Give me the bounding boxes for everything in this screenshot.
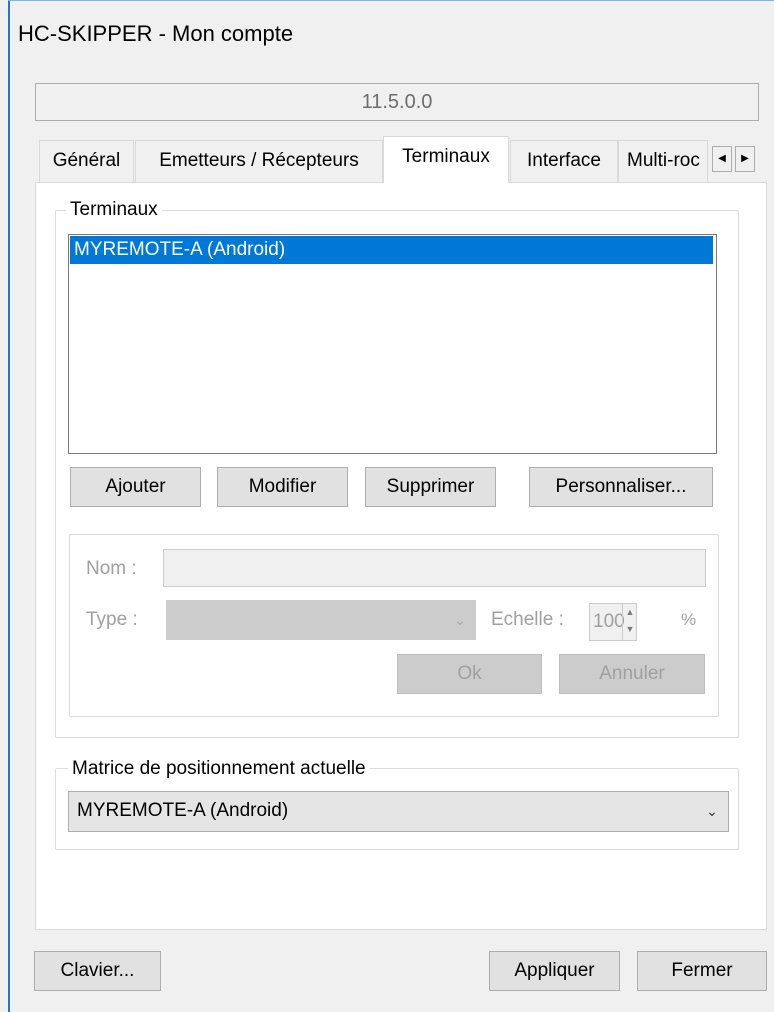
list-item[interactable]: MYREMOTE-A (Android) xyxy=(70,236,713,264)
scale-stepper-buttons[interactable]: ▲ ▼ xyxy=(622,604,637,640)
stepper-down-icon[interactable]: ▼ xyxy=(623,621,637,638)
window-title: HC-SKIPPER - Mon compte xyxy=(18,21,294,46)
apply-button[interactable]: Appliquer xyxy=(489,951,620,991)
chevron-down-icon: ⌄ xyxy=(454,612,466,628)
tab-general[interactable]: Général xyxy=(39,140,134,182)
keyboard-button[interactable]: Clavier... xyxy=(34,951,161,991)
terminals-listbox[interactable] xyxy=(68,234,717,454)
ok-button[interactable]: Ok xyxy=(397,654,542,694)
scale-value: 100 xyxy=(593,611,625,632)
stepper-up-icon[interactable]: ▲ xyxy=(623,604,637,621)
tab-multi-roc[interactable]: Multi-roc xyxy=(618,140,708,182)
window-border xyxy=(8,0,10,1012)
type-label: Type : xyxy=(86,609,138,630)
matrix-group-title: Matrice de positionnement actuelle xyxy=(68,757,370,781)
positioning-matrix-select[interactable]: MYREMOTE-A (Android) xyxy=(68,791,729,832)
scale-unit: % xyxy=(681,610,697,629)
tab-scroll-left-button[interactable]: ◀ xyxy=(712,146,732,172)
triangle-left-icon: ◀ xyxy=(718,153,726,164)
tab-terminaux[interactable]: Terminaux xyxy=(383,136,509,183)
tab-scroll-right-button[interactable]: ▶ xyxy=(735,146,755,172)
cancel-button[interactable]: Annuler xyxy=(559,654,705,694)
name-label: Nom : xyxy=(86,558,137,579)
version-text: 11.5.0.0 xyxy=(361,91,433,113)
tab-interface[interactable]: Interface xyxy=(510,140,618,182)
customize-button[interactable]: Personnaliser... xyxy=(529,467,713,507)
chevron-down-icon[interactable]: ⌄ xyxy=(697,791,727,832)
type-select[interactable] xyxy=(166,600,476,640)
add-button[interactable]: Ajouter xyxy=(70,467,201,507)
delete-button[interactable]: Supprimer xyxy=(365,467,496,507)
name-input[interactable] xyxy=(163,549,706,587)
window-top-edge xyxy=(8,0,774,1)
edit-button[interactable]: Modifier xyxy=(217,467,348,507)
terminaux-group-title: Terminaux xyxy=(66,198,162,222)
close-button[interactable]: Fermer xyxy=(637,951,767,991)
scale-label: Echelle : xyxy=(491,609,564,630)
triangle-right-icon: ▶ xyxy=(741,153,749,164)
tab-emetteurs-recepteurs[interactable]: Emetteurs / Récepteurs xyxy=(135,140,383,182)
